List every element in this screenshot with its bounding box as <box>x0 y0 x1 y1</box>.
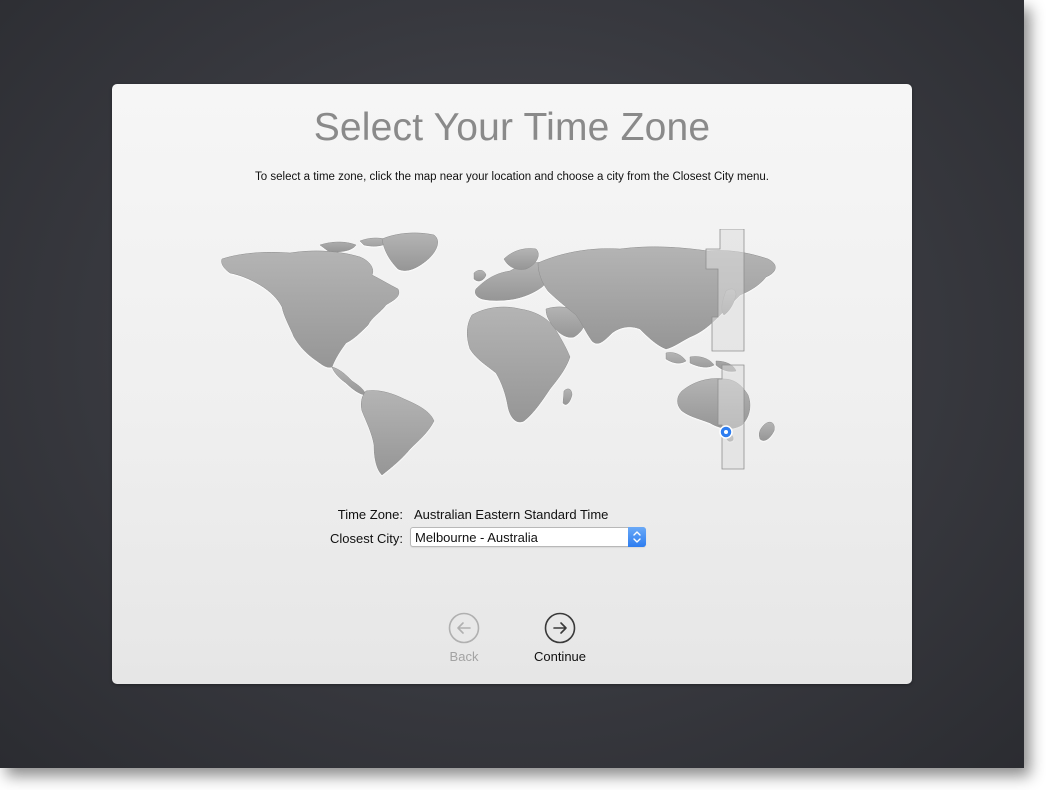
british-isles <box>473 270 487 282</box>
chevron-up-down-icon <box>628 527 646 547</box>
instructions-text: To select a time zone, click the map nea… <box>255 171 769 183</box>
north-america <box>221 250 400 368</box>
page-title: Select Your Time Zone <box>313 106 711 149</box>
closest-city-label: Closest City: <box>330 531 403 546</box>
arctic-islands <box>319 237 391 252</box>
south-america <box>360 390 435 476</box>
location-pin-icon <box>719 425 733 439</box>
greenland <box>381 232 438 271</box>
arrow-right-circle-icon <box>544 612 576 644</box>
world-map[interactable] <box>220 229 804 477</box>
new-zealand <box>758 421 775 441</box>
europe <box>475 262 550 301</box>
back-label: Back <box>449 649 479 664</box>
closest-city-popup[interactable]: Melbourne - Australia <box>410 527 646 547</box>
time-zone-label: Time Zone: <box>337 507 403 522</box>
time-zone-value: Australian Eastern Standard Time <box>414 507 609 522</box>
back-button[interactable]: Back <box>424 612 504 664</box>
arrow-left-circle-icon <box>448 612 480 644</box>
continue-label: Continue <box>533 649 587 664</box>
madagascar <box>562 388 573 405</box>
setup-assistant-panel: Select Your Time Zone To select a time z… <box>112 84 912 684</box>
desktop-background: Select Your Time Zone To select a time z… <box>0 0 1024 768</box>
closest-city-selected: Melbourne - Australia <box>415 530 538 545</box>
central-america <box>331 366 367 396</box>
continue-button[interactable]: Continue <box>520 612 600 664</box>
